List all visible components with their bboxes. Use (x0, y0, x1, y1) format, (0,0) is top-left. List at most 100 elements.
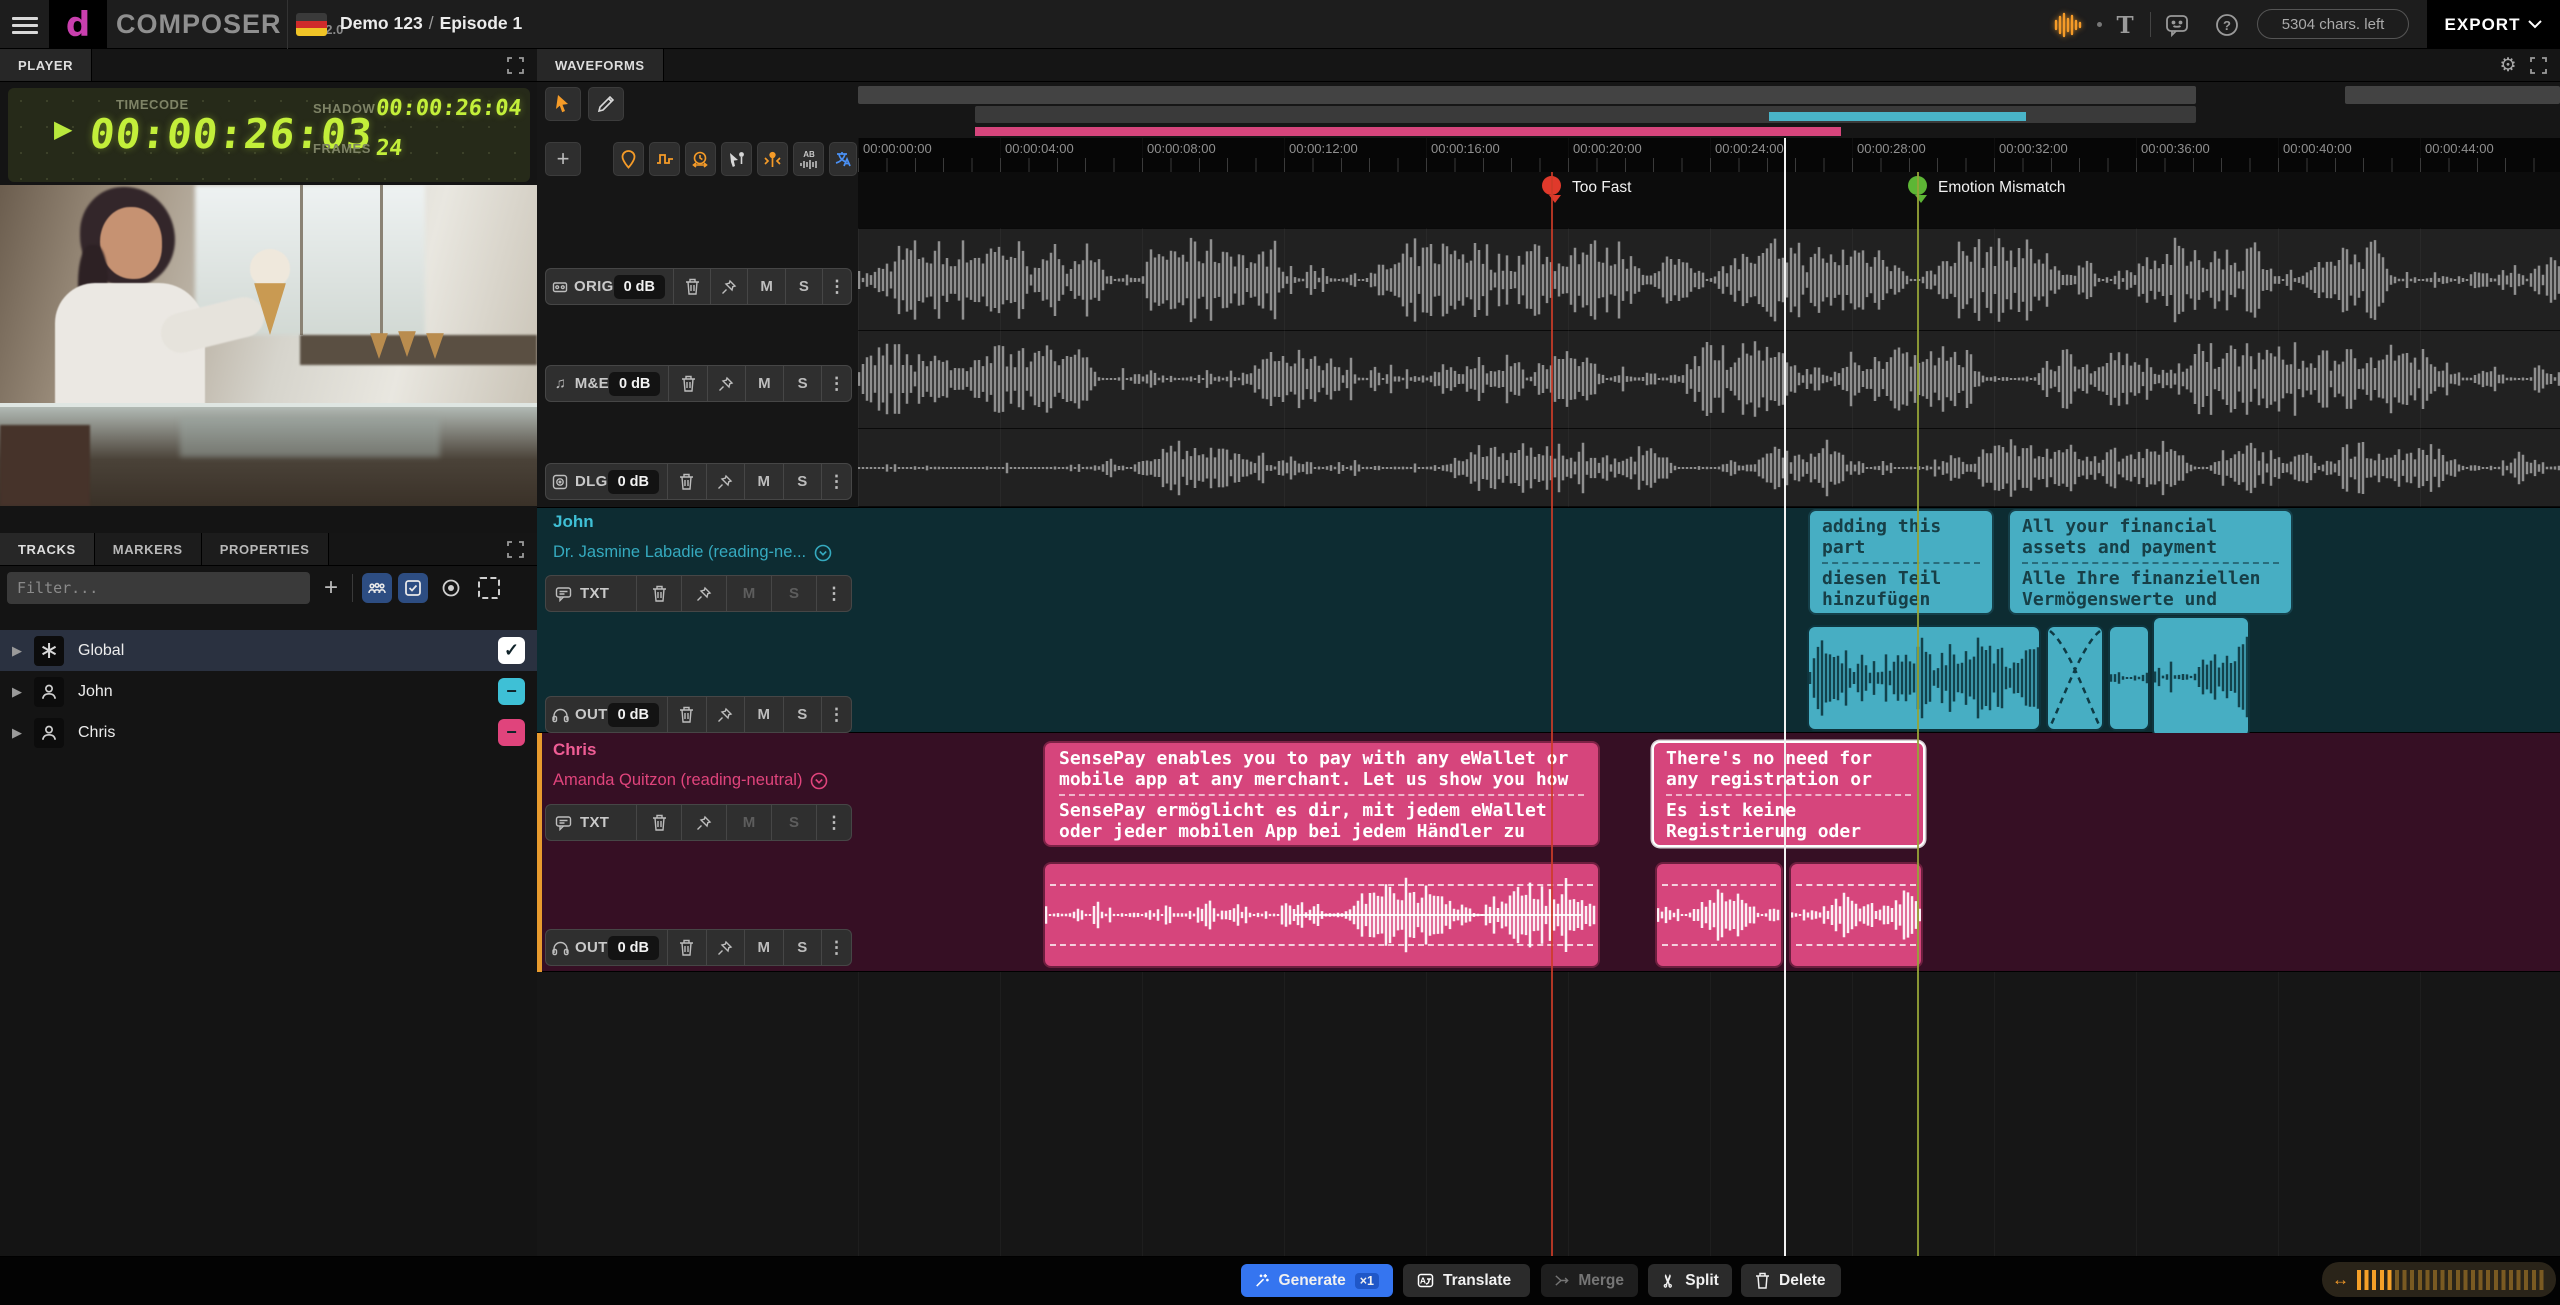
track-row-chris[interactable]: ▶ Chris − (0, 712, 537, 753)
generate-button[interactable]: Generate ×1 (1241, 1264, 1393, 1297)
delete-track-button[interactable] (673, 269, 710, 304)
delete-track-button[interactable] (636, 805, 681, 840)
pin-track-button[interactable] (706, 464, 745, 499)
track-menu-button[interactable]: ⋮ (821, 366, 851, 401)
gain-envelope-line[interactable] (1050, 944, 1593, 946)
track-menu-button[interactable]: ⋮ (822, 269, 851, 304)
gain-envelope-line[interactable] (1796, 884, 1916, 886)
gain-value[interactable]: 0 dB (608, 470, 659, 494)
chris-checkbox[interactable]: − (498, 719, 525, 746)
track-menu-button[interactable]: ⋮ (816, 805, 851, 840)
gain-value[interactable]: 0 dB (614, 275, 665, 299)
mute-button[interactable]: M (745, 366, 783, 401)
gain-envelope-line[interactable] (1662, 944, 1776, 946)
ab-compare-button[interactable]: AB (793, 142, 824, 176)
speakers-view-button[interactable] (362, 573, 392, 603)
track-row-global[interactable]: ▶ ∗ Global ✓ (0, 630, 537, 671)
edit-tool-button[interactable] (588, 87, 624, 121)
pin-track-button[interactable] (706, 930, 745, 965)
timeline-scrollbar-thumb[interactable] (858, 86, 2196, 104)
expand-player-icon[interactable] (503, 53, 527, 77)
merge-button[interactable]: Merge (1541, 1264, 1638, 1297)
tab-properties[interactable]: PROPERTIES (202, 533, 329, 565)
tab-player[interactable]: PLAYER (0, 49, 92, 81)
mute-button[interactable]: M (747, 269, 784, 304)
mute-button[interactable]: M (744, 464, 783, 499)
retime-button[interactable] (685, 142, 716, 176)
audio-segment[interactable] (1807, 625, 2041, 731)
delete-track-button[interactable] (636, 576, 681, 611)
audio-segment-crossfade[interactable] (2046, 625, 2104, 731)
pin-track-button[interactable] (681, 805, 726, 840)
expand-tracks-icon[interactable] (503, 537, 527, 561)
filter-input[interactable] (7, 572, 310, 604)
tab-tracks[interactable]: TRACKS (0, 533, 95, 565)
tab-waveforms[interactable]: WAVEFORMS (537, 49, 664, 81)
text-segment-selected[interactable]: There's no need for any registration or … (1652, 741, 1925, 847)
translate-mode-button[interactable] (829, 142, 857, 176)
selection-mode-button[interactable] (474, 573, 504, 603)
audio-segment[interactable] (1789, 862, 1923, 968)
voice-selector[interactable]: Amanda Quitzon (reading-neutral) (553, 771, 853, 790)
track-menu-button[interactable]: ⋮ (821, 930, 851, 965)
gain-envelope-line[interactable] (1796, 944, 1916, 946)
audio-activity-icon[interactable] (2052, 8, 2086, 42)
marker-label[interactable]: Emotion Mismatch (1938, 179, 2065, 197)
tab-markers[interactable]: MARKERS (95, 533, 202, 565)
square-wave-button[interactable] (649, 142, 680, 176)
snap-pin-button[interactable] (757, 142, 788, 176)
mute-button[interactable]: M (744, 697, 783, 732)
solo-button[interactable]: S (783, 366, 821, 401)
delete-track-button[interactable] (668, 366, 706, 401)
gain-envelope-line[interactable] (1662, 884, 1776, 886)
gain-envelope-line[interactable] (1050, 884, 1593, 886)
gain-value[interactable]: 0 dB (608, 703, 659, 727)
zoom-slider[interactable]: ↔ (2322, 1262, 2556, 1297)
feedback-chat-icon[interactable] (2160, 8, 2194, 42)
caret-icon[interactable]: ▶ (0, 643, 34, 659)
audio-segment[interactable] (1043, 862, 1600, 968)
delete-track-button[interactable] (667, 930, 706, 965)
delete-button[interactable]: Delete (1741, 1264, 1841, 1297)
caret-icon[interactable]: ▶ (0, 725, 34, 741)
gain-line[interactable] (1294, 914, 1582, 916)
select-tool-button[interactable] (545, 87, 581, 121)
mute-button[interactable]: M (744, 930, 783, 965)
text-segment[interactable]: SensePay enables you to pay with any eWa… (1043, 741, 1600, 847)
marker-label[interactable]: Too Fast (1572, 179, 1631, 197)
multiselect-button[interactable] (398, 573, 428, 603)
export-button[interactable]: EXPORT (2427, 0, 2560, 49)
audio-segment[interactable] (2108, 625, 2150, 731)
audio-segment[interactable] (1655, 862, 1783, 968)
video-preview[interactable] (0, 185, 537, 506)
solo-button[interactable]: S (785, 269, 822, 304)
gain-value[interactable]: 0 dB (609, 372, 660, 396)
hamburger-menu-icon[interactable] (12, 13, 38, 38)
pin-track-button[interactable] (706, 697, 745, 732)
add-track-button[interactable]: + (316, 573, 346, 603)
expand-waveforms-icon[interactable] (2526, 53, 2550, 77)
text-segment[interactable]: adding this part diesen Teil hinzufügen (1808, 509, 1994, 615)
global-checkbox[interactable]: ✓ (498, 637, 525, 664)
voice-selector[interactable]: Dr. Jasmine Labadie (reading-ne... (553, 543, 853, 562)
audio-segment[interactable] (2152, 616, 2250, 738)
add-marker-button[interactable]: + (545, 142, 581, 176)
help-icon[interactable]: ? (2210, 8, 2244, 42)
john-checkbox[interactable]: − (498, 678, 525, 705)
track-menu-button[interactable]: ⋮ (821, 697, 851, 732)
solo-button[interactable]: S (783, 697, 822, 732)
track-menu-button[interactable]: ⋮ (821, 464, 851, 499)
pin-track-button[interactable] (681, 576, 726, 611)
translate-button[interactable]: A Translate (1403, 1264, 1530, 1297)
breadcrumb[interactable]: Demo 123/Episode 1 (340, 13, 522, 34)
pin-track-button[interactable] (707, 366, 745, 401)
play-button[interactable]: ▶ (54, 115, 72, 144)
cursor-pin-button[interactable] (721, 142, 752, 176)
solo-button[interactable]: S (783, 464, 822, 499)
breadcrumb-episode[interactable]: Episode 1 (440, 13, 523, 33)
timeline-scrollbar-fragment[interactable] (2345, 86, 2560, 104)
gain-value[interactable]: 0 dB (608, 936, 659, 960)
marker-pin-button[interactable] (613, 142, 644, 176)
german-flag-icon[interactable] (296, 13, 327, 36)
solo-button[interactable]: S (783, 930, 822, 965)
